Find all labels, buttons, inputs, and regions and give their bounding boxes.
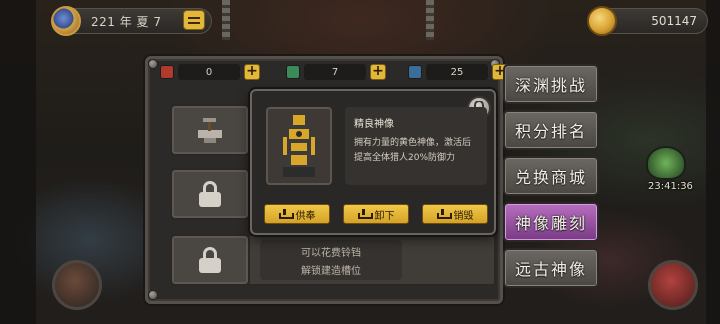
tab-statue-carving[interactable]: 神像雕刻 [503,202,599,242]
upload-icon [436,209,452,219]
date-text: 221 年 夏 7 [91,14,162,29]
coin-count: 501147 [651,14,697,28]
add-red-button[interactable]: + [244,64,260,80]
hero-avatar-right[interactable] [648,260,698,310]
offer-button[interactable]: 供奉 [264,204,330,224]
boss-icon[interactable] [646,146,686,180]
chain-right [426,0,434,40]
lock-icon [199,247,221,273]
slot-2-locked[interactable] [170,168,250,220]
tab-abyss-challenge[interactable]: 深渊挑战 [503,64,599,104]
unlock-hint-line1: 可以花费铃铛 [301,247,361,259]
rivet [148,59,158,69]
coin-bar: 501147 [587,6,708,36]
tab-points-ranking[interactable]: 积分排名 [503,110,599,150]
resource-blue: 25 + [408,62,508,82]
hero-avatar-left[interactable] [52,260,102,310]
chain-left [222,0,230,40]
destroy-button-label: 销毁 [453,210,474,222]
statue-image-frame [266,107,332,185]
slot-3-locked[interactable] [170,234,250,286]
tab-exchange-shop[interactable]: 兑换商城 [503,156,599,196]
destroy-button[interactable]: 销毁 [422,204,488,224]
slot-1[interactable] [170,104,250,156]
statue-name: 精良神像 [354,119,394,130]
tab-ancient-statue[interactable]: 远古神像 [503,248,599,288]
red-crystal-icon [160,65,174,79]
lock-icon [199,181,221,207]
blue-crystal-icon [408,65,422,79]
statue-description-box: 精良神像 拥有力量的黄色神像，激活后提高全体猎人20%防御力 [345,107,487,185]
resource-red: 0 + [160,62,260,82]
statue-description: 拥有力量的黄色神像，激活后提高全体猎人20%防御力 [354,138,472,163]
event-timer: 23:41:36 [648,181,693,192]
offer-button-label: 供奉 [295,210,316,222]
green-crystal-icon [286,65,300,79]
resource-count: 7 [304,64,366,80]
unlock-hint: 可以花费铃铛 解锁建造槽位 [260,240,402,280]
menu-button[interactable] [183,10,205,30]
statue-icon [283,115,315,177]
upload-icon [357,209,373,219]
upload-icon [278,209,294,219]
resource-count: 25 [426,64,488,80]
menu-icon [188,16,200,19]
resource-count: 0 [178,64,240,80]
unlock-hint-line2: 解锁建造槽位 [301,265,361,277]
add-green-button[interactable]: + [370,64,386,80]
resource-green: 7 + [286,62,386,82]
rivet [148,290,158,300]
coin-icon [587,6,617,36]
unequip-button[interactable]: 卸下 [343,204,409,224]
anvil-icon [198,118,222,143]
unequip-button-label: 卸下 [374,210,395,222]
season-icon[interactable] [51,6,81,36]
